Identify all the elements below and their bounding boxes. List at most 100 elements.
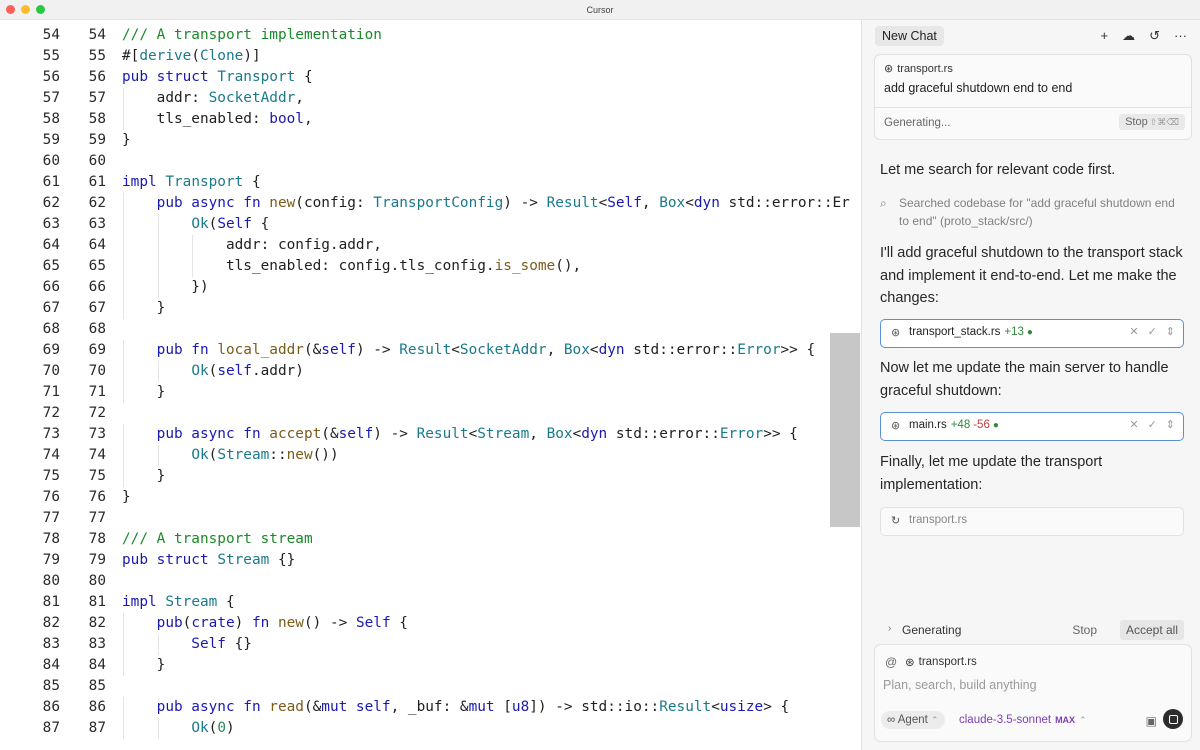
code-token: Ok xyxy=(191,216,209,232)
code-line[interactable]: 83 83 Self {} xyxy=(0,634,860,655)
code-line[interactable]: 77 77 xyxy=(0,508,860,529)
image-upload-icon[interactable]: ▣ xyxy=(1146,714,1157,728)
code-line[interactable]: 76 76} xyxy=(0,487,860,508)
close-window-button[interactable] xyxy=(6,5,15,14)
diff-line-number: 59 xyxy=(88,132,106,148)
code-line[interactable]: 66 66 }) xyxy=(0,277,860,298)
code-line[interactable]: 79 79 pub struct Stream {} xyxy=(0,550,860,571)
code-token: derive xyxy=(139,48,192,64)
code-line[interactable]: 59 59} xyxy=(0,130,860,151)
code-line[interactable]: 56 56 pub struct Transport { xyxy=(0,67,860,88)
stop-generation-button[interactable]: Stop ⇧⌘⌫ xyxy=(1119,114,1185,130)
more-options-icon[interactable]: ··· xyxy=(1174,28,1187,44)
cloud-icon[interactable]: ☁ xyxy=(1122,28,1135,44)
new-chat-plus-icon[interactable]: + xyxy=(1101,28,1109,44)
minimize-window-button[interactable] xyxy=(21,5,30,14)
code-line[interactable]: 85 85 xyxy=(0,676,860,697)
code-token: < xyxy=(468,426,478,442)
code-line[interactable]: 64 64 addr: config.addr, xyxy=(0,235,860,256)
code-line[interactable]: 72 72 xyxy=(0,403,860,424)
zoom-window-button[interactable] xyxy=(36,5,45,14)
code-line[interactable]: 81 81 impl Stream { xyxy=(0,592,860,613)
code-line[interactable]: 57 57 addr: SocketAddr, xyxy=(0,88,860,109)
code-line[interactable]: 62 62 pub async fn new(config: TransportC… xyxy=(0,193,860,214)
code-line[interactable]: 84 84 } xyxy=(0,655,860,676)
accept-icon[interactable]: ✓ xyxy=(1148,418,1157,431)
code-line[interactable]: 60 60 xyxy=(0,151,860,172)
stop-button[interactable]: Stop xyxy=(1072,623,1097,637)
code-token: , _buf: & xyxy=(390,699,469,715)
code-line[interactable]: 73 73 pub async fn accept(&self) -> Resul… xyxy=(0,424,860,445)
code-token: , xyxy=(529,426,547,442)
file-context-icon: ⊛ xyxy=(884,63,894,75)
code-token: Self xyxy=(355,615,391,631)
chat-panel: New Chat + ☁ ↺ ··· ⊛ transport.rs add gr… xyxy=(861,20,1200,750)
code-line[interactable]: 55 55 #[derive(Clone)] xyxy=(0,46,860,67)
code-line[interactable]: 75 75 } xyxy=(0,466,860,487)
code-line[interactable]: 78 78 /// A transport stream xyxy=(0,529,860,550)
expand-icon[interactable]: ⇕ xyxy=(1166,418,1175,431)
code-token: Box xyxy=(546,426,573,442)
stop-square-icon xyxy=(1168,714,1178,724)
code-line[interactable]: 69 69 pub fn local_addr(&self) -> Result<… xyxy=(0,340,860,361)
tab-new-chat[interactable]: New Chat xyxy=(875,26,944,46)
line-number: 56 xyxy=(42,69,60,85)
diff-line-number: 74 xyxy=(88,447,106,463)
code-line[interactable]: 82 82 pub(crate) fn new() -> Self { xyxy=(0,613,860,634)
generating-toggle[interactable]: Generating xyxy=(902,623,961,637)
user-message-card[interactable]: ⊛ transport.rs add graceful shutdown end… xyxy=(874,54,1192,140)
reject-icon[interactable]: ✕ xyxy=(1129,418,1138,431)
code-token: dyn xyxy=(581,426,616,442)
model-selector[interactable]: claude-3.5-sonnet MAX ⌃ xyxy=(959,714,1087,726)
accept-icon[interactable]: ✓ xyxy=(1148,325,1157,338)
code-line[interactable]: 65 65 tls_enabled: config.tls_config.is_s… xyxy=(0,256,860,277)
rust-file-icon: ⊛ xyxy=(891,420,901,432)
chat-input[interactable] xyxy=(881,677,1175,693)
mention-button[interactable]: @ xyxy=(885,655,897,669)
expand-icon[interactable]: ⇕ xyxy=(1166,325,1175,338)
file-edit-card-transport-loading[interactable]: ↻ transport.rs xyxy=(880,507,1184,536)
code-token: pub fn xyxy=(122,342,218,358)
code-editor[interactable]: 54 54 /// A transport implementation 55 55 #[… xyxy=(0,20,860,750)
code-token: , xyxy=(295,90,304,106)
context-file-chip[interactable]: ⊛ transport.rs xyxy=(884,62,953,76)
code-line[interactable]: 70 70 Ok(self.addr) xyxy=(0,361,860,382)
code-token: < xyxy=(589,342,599,358)
code-line[interactable]: 68 68 xyxy=(0,319,860,340)
code-token: (& xyxy=(321,426,339,442)
code-token: bool xyxy=(269,111,304,127)
line-number: 81 xyxy=(42,594,60,610)
stop-generation-round-button[interactable] xyxy=(1163,709,1183,729)
accept-all-button[interactable]: Accept all xyxy=(1119,620,1184,640)
code-line[interactable]: 61 61 impl Transport { xyxy=(0,172,860,193)
chevron-right-icon[interactable]: › xyxy=(888,623,891,634)
code-line[interactable]: 58 58 tls_enabled: bool, xyxy=(0,109,860,130)
code-text: #[derive(Clone)] xyxy=(122,46,261,67)
history-icon[interactable]: ↺ xyxy=(1149,28,1160,44)
diff-line-number: 82 xyxy=(88,615,106,631)
code-line[interactable]: 80 80 xyxy=(0,571,860,592)
line-number: 66 xyxy=(42,279,60,295)
code-token: ( xyxy=(208,720,218,736)
code-line[interactable]: 67 67 } xyxy=(0,298,860,319)
composer-context-chip[interactable]: ⊛ transport.rs xyxy=(905,655,977,669)
code-token: pub async fn xyxy=(122,699,270,715)
card-divider xyxy=(875,107,1191,108)
file-edit-card-main[interactable]: ⊛ main.rs +48 -56 ● ✕ ✓ ⇕ xyxy=(880,412,1184,441)
code-token: ) xyxy=(234,615,252,631)
code-token: SocketAddr xyxy=(208,90,296,106)
code-line[interactable]: 74 74 Ok(Stream::new()) xyxy=(0,445,860,466)
reject-icon[interactable]: ✕ xyxy=(1129,325,1138,338)
agent-mode-selector[interactable]: ∞ Agent ⌃ xyxy=(881,711,945,729)
file-edit-card-transport-stack[interactable]: ⊛ transport_stack.rs +13 ● ✕ ✓ ⇕ xyxy=(880,319,1184,348)
code-token: Box xyxy=(659,195,686,211)
code-token: pub struct xyxy=(122,552,218,568)
code-line[interactable]: 71 71 } xyxy=(0,382,860,403)
code-line[interactable]: 54 54 /// A transport implementation xyxy=(0,25,860,46)
code-line[interactable]: 63 63 Ok(Self { xyxy=(0,214,860,235)
line-number: 75 xyxy=(42,468,60,484)
diff-line-number: 67 xyxy=(88,300,106,316)
code-line[interactable]: 87 87 Ok(0) xyxy=(0,718,860,739)
code-line[interactable]: 86 86 pub async fn read(&mut self, _buf: … xyxy=(0,697,860,718)
